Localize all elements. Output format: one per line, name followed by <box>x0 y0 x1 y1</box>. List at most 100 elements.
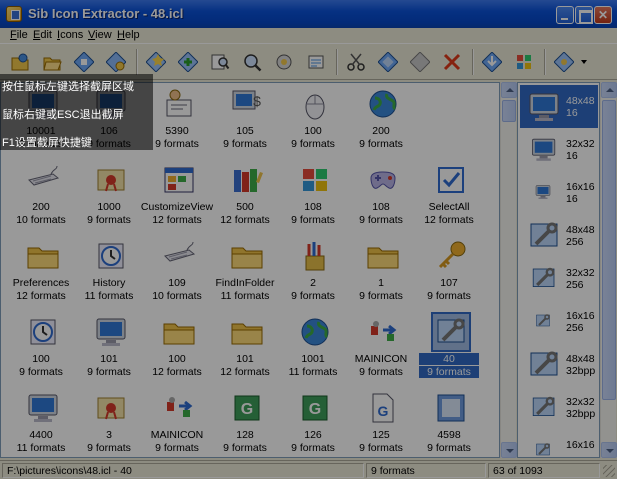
open-file-button[interactable] <box>6 48 34 76</box>
icon-cell[interactable]: SelectAll 12 formats <box>415 160 483 236</box>
preferences-folder-icon <box>25 238 61 274</box>
icon-cell[interactable]: 19 formats <box>347 236 415 312</box>
copy-button[interactable] <box>374 48 402 76</box>
icon-cell[interactable]: 100 12 formats <box>143 312 211 388</box>
icon-cell[interactable]: 101 12 formats <box>211 312 279 388</box>
icon-cell[interactable]: 10001 9 formats <box>7 84 75 160</box>
format-depth: 32bpp <box>566 408 596 420</box>
format-item[interactable]: 32x32 16 <box>520 128 598 171</box>
monitor-icon <box>25 390 61 426</box>
icon-cell[interactable]: History 11 formats <box>75 236 143 312</box>
icon-cell[interactable]: 108 9 formats <box>279 160 347 236</box>
icon-cell[interactable]: 101 9 formats <box>75 312 143 388</box>
icon-cell[interactable]: Preferences 12 formats <box>7 236 75 312</box>
g-box-icon: G <box>229 390 265 426</box>
icon-cell[interactable]: 109 10 formats <box>143 236 211 312</box>
grid-scrollbar[interactable] <box>500 82 517 458</box>
explore-button[interactable] <box>270 48 298 76</box>
icon-cell[interactable]: 5390 9 formats <box>143 84 211 160</box>
scroll-thumb[interactable] <box>502 100 516 122</box>
open-file-icon <box>11 53 29 71</box>
certificate-icon <box>93 390 129 426</box>
icon-cell[interactable]: 1001 11 formats <box>279 312 347 388</box>
icon-cell[interactable]: G 128 9 formats <box>211 388 279 457</box>
icon-cell[interactable]: 40 9 formats <box>415 312 483 388</box>
folder-icon <box>229 314 265 350</box>
format-item[interactable]: 16x16 256 <box>520 300 598 343</box>
icon-cell[interactable]: 108 9 formats <box>347 160 415 236</box>
format-item[interactable]: 32x32 256 <box>520 257 598 300</box>
menu-view[interactable]: View <box>88 29 112 41</box>
icon-cell[interactable]: MAINICON 9 formats <box>347 312 415 388</box>
icon-cell[interactable]: 4400 11 formats <box>7 388 75 457</box>
icon-cell[interactable]: 107 9 formats <box>415 236 483 312</box>
icon-cell[interactable]: 106 9 formats <box>75 84 143 160</box>
formats-scrollbar[interactable] <box>600 82 617 458</box>
menu-help[interactable]: Help <box>117 29 140 41</box>
cut-button[interactable] <box>342 48 370 76</box>
menu-icons[interactable]: Icons <box>57 29 83 41</box>
format-item[interactable]: 48x48 256 <box>520 214 598 257</box>
windows-icon <box>517 55 531 69</box>
properties-button[interactable] <box>302 48 330 76</box>
menu-edit[interactable]: Edit <box>33 29 52 41</box>
format-item[interactable]: 32x32 32bpp <box>520 386 598 429</box>
icon-cell[interactable]: 200 9 formats <box>347 84 415 160</box>
scroll-down-button[interactable] <box>501 442 517 458</box>
icon-cell[interactable]: 100 9 formats <box>7 312 75 388</box>
icon-name: 107 <box>440 277 458 289</box>
scroll-up-button[interactable] <box>501 82 517 98</box>
icon-cell[interactable]: 100 9 formats <box>279 84 347 160</box>
menu-file[interactable]: File <box>10 29 28 41</box>
format-item[interactable]: 16x16 <box>520 429 598 457</box>
formats-panel[interactable]: 48x48 16 32x32 16 16x16 16 48x48 256 32x32 256 16x… <box>517 82 600 458</box>
new-library-button[interactable] <box>142 48 170 76</box>
windows-button[interactable] <box>510 48 538 76</box>
find-button[interactable] <box>206 48 234 76</box>
close-button[interactable] <box>594 6 612 24</box>
paste-button[interactable] <box>406 48 434 76</box>
format-item[interactable]: 16x16 16 <box>520 171 598 214</box>
minimize-button[interactable] <box>556 6 574 24</box>
options-dropdown[interactable] <box>578 48 590 76</box>
globe-icon <box>297 314 333 350</box>
format-preview-icon <box>526 347 558 379</box>
format-depth: 16 <box>566 193 578 205</box>
title-bar[interactable]: Sib Icon Extractor - 48.icl <box>0 0 617 28</box>
open-library-button[interactable] <box>102 48 130 76</box>
format-depth: 32bpp <box>566 365 596 377</box>
format-item[interactable]: 48x48 32bpp <box>520 343 598 386</box>
icon-cell[interactable]: 200 10 formats <box>7 160 75 236</box>
icon-cell[interactable]: FindInFolder 11 formats <box>211 236 279 312</box>
icon-cell[interactable]: 29 formats <box>279 236 347 312</box>
icon-cell[interactable]: $105 9 formats <box>211 84 279 160</box>
app-icon[interactable] <box>6 6 22 22</box>
icon-cell[interactable]: G 125 9 formats <box>347 388 415 457</box>
new-library-icon <box>146 52 166 72</box>
icon-cell[interactable]: MAINICON 9 formats <box>143 388 211 457</box>
add-button[interactable] <box>174 48 202 76</box>
format-item[interactable]: 48x48 16 <box>520 85 598 128</box>
delete-button[interactable] <box>438 48 466 76</box>
options-button[interactable] <box>550 48 578 76</box>
options-icon <box>554 52 574 72</box>
formats-scroll-down-button[interactable] <box>601 442 617 458</box>
formats-scroll-thumb[interactable] <box>602 100 616 400</box>
maximize-button[interactable] <box>575 6 593 24</box>
scan-button[interactable] <box>70 48 98 76</box>
icon-cell[interactable]: CustomizeView 12 formats <box>141 160 213 236</box>
delete-icon <box>443 53 461 71</box>
zoom-button[interactable] <box>238 48 266 76</box>
icon-cell[interactable]: 4598 9 formats <box>415 388 483 457</box>
icon-cell[interactable]: 39 formats <box>75 388 143 457</box>
icon-cell[interactable]: 1000 9 formats <box>75 160 143 236</box>
window-title: Sib Icon Extractor - 48.icl <box>28 6 184 21</box>
icon-cell[interactable]: G 126 9 formats <box>279 388 347 457</box>
export-button[interactable] <box>478 48 506 76</box>
icon-cell[interactable]: 500 12 formats <box>211 160 279 236</box>
formats-scroll-up-button[interactable] <box>601 82 617 98</box>
monitor-icon <box>25 86 61 122</box>
open-folder-button[interactable] <box>38 48 66 76</box>
resize-grip[interactable] <box>603 465 615 477</box>
icon-grid[interactable]: 10001 9 formats 106 9 formats 5390 9 formats $… <box>0 82 500 458</box>
